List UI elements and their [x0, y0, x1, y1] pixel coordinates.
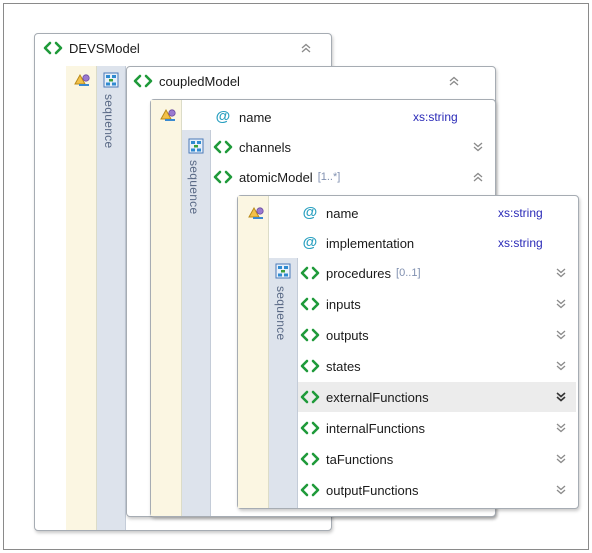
- element-row-tafunctions[interactable]: taFunctions: [298, 444, 576, 474]
- expand-chevron-icon[interactable]: [554, 359, 568, 373]
- element-icon: [300, 266, 320, 280]
- coupled-selector-strip: [151, 100, 182, 516]
- expand-chevron-icon[interactable]: [554, 266, 568, 280]
- element-icon: [300, 421, 320, 435]
- element-label: states: [326, 358, 361, 374]
- element-icon: [300, 483, 320, 497]
- element-icon: [133, 74, 153, 88]
- type-label: xs:string: [413, 110, 458, 124]
- devsmodel-label: DEVSModel: [69, 40, 140, 56]
- expand-chevron-icon[interactable]: [471, 140, 485, 154]
- coupledmodel-label: coupledModel: [159, 73, 240, 89]
- element-row-atomicmodel[interactable]: atomicModel [1..*]: [213, 162, 493, 192]
- coupledmodel-header[interactable]: coupledModel: [127, 67, 495, 95]
- sequence-label: sequence: [187, 160, 201, 215]
- element-icon: [300, 390, 320, 404]
- element-label: atomicModel: [239, 169, 313, 185]
- sequence-icon: [275, 263, 291, 279]
- element-row-inputs[interactable]: inputs: [298, 289, 576, 319]
- element-row-procedures[interactable]: procedures [0..1]: [298, 258, 576, 288]
- expand-chevron-icon[interactable]: [554, 452, 568, 466]
- attribute-row-name[interactable]: @ name xs:string: [300, 198, 576, 228]
- expand-chevron-icon[interactable]: [554, 421, 568, 435]
- element-icon: [213, 170, 233, 184]
- element-label: internalFunctions: [326, 420, 425, 436]
- selector-icon: [159, 107, 177, 123]
- attribute-label: name: [326, 205, 359, 221]
- attribute-row-implementation[interactable]: @ implementation xs:string: [300, 228, 576, 258]
- attribute-icon: @: [215, 108, 231, 125]
- sequence-label: sequence: [102, 94, 116, 149]
- selector-icon: [73, 72, 91, 88]
- atomicmodel-box: sequence @ name xs:string @ implementati…: [237, 195, 579, 509]
- expand-chevron-icon[interactable]: [554, 483, 568, 497]
- element-icon: [300, 328, 320, 342]
- sequence-icon: [103, 72, 119, 88]
- element-row-outputfunctions[interactable]: outputFunctions: [298, 475, 576, 505]
- element-row-states[interactable]: states: [298, 351, 576, 381]
- element-label: taFunctions: [326, 451, 394, 467]
- expand-chevron-icon[interactable]: [554, 297, 568, 311]
- attribute-label: name: [239, 109, 272, 125]
- multiplicity-label: [1..*]: [317, 171, 341, 183]
- element-icon: [300, 359, 320, 373]
- attribute-icon: @: [302, 234, 318, 251]
- element-row-channels[interactable]: channels: [213, 132, 493, 162]
- type-label: xs:string: [498, 236, 543, 250]
- selector-icon: [247, 205, 265, 221]
- element-label: procedures: [326, 265, 392, 281]
- expand-chevron-icon[interactable]: [554, 328, 568, 342]
- multiplicity-label: [0..1]: [396, 267, 421, 279]
- element-label: outputFunctions: [326, 482, 419, 498]
- element-row-internalfunctions[interactable]: internalFunctions: [298, 413, 576, 443]
- attribute-label: implementation: [326, 235, 415, 251]
- type-label: xs:string: [498, 206, 543, 220]
- devsmodel-selector-strip: [66, 66, 97, 530]
- devsmodel-header[interactable]: DEVSModel: [35, 34, 331, 62]
- element-label: externalFunctions: [326, 389, 429, 405]
- element-row-outputs[interactable]: outputs: [298, 320, 576, 350]
- element-label: outputs: [326, 327, 369, 343]
- expand-chevron-icon[interactable]: [554, 390, 568, 404]
- attribute-icon: @: [302, 204, 318, 221]
- collapse-chevron-icon[interactable]: [299, 41, 313, 55]
- element-label: channels: [239, 139, 292, 155]
- attribute-row-name[interactable]: @ name xs:string: [213, 102, 493, 132]
- element-row-externalfunctions[interactable]: externalFunctions: [298, 382, 576, 412]
- element-label: inputs: [326, 296, 361, 312]
- element-icon: [300, 452, 320, 466]
- element-icon: [43, 41, 63, 55]
- sequence-icon: [188, 138, 204, 154]
- collapse-chevron-icon[interactable]: [447, 74, 461, 88]
- collapse-chevron-icon[interactable]: [471, 170, 485, 184]
- atomic-selector-strip: [238, 196, 269, 508]
- element-icon: [300, 297, 320, 311]
- element-icon: [213, 140, 233, 154]
- sequence-label: sequence: [274, 286, 288, 341]
